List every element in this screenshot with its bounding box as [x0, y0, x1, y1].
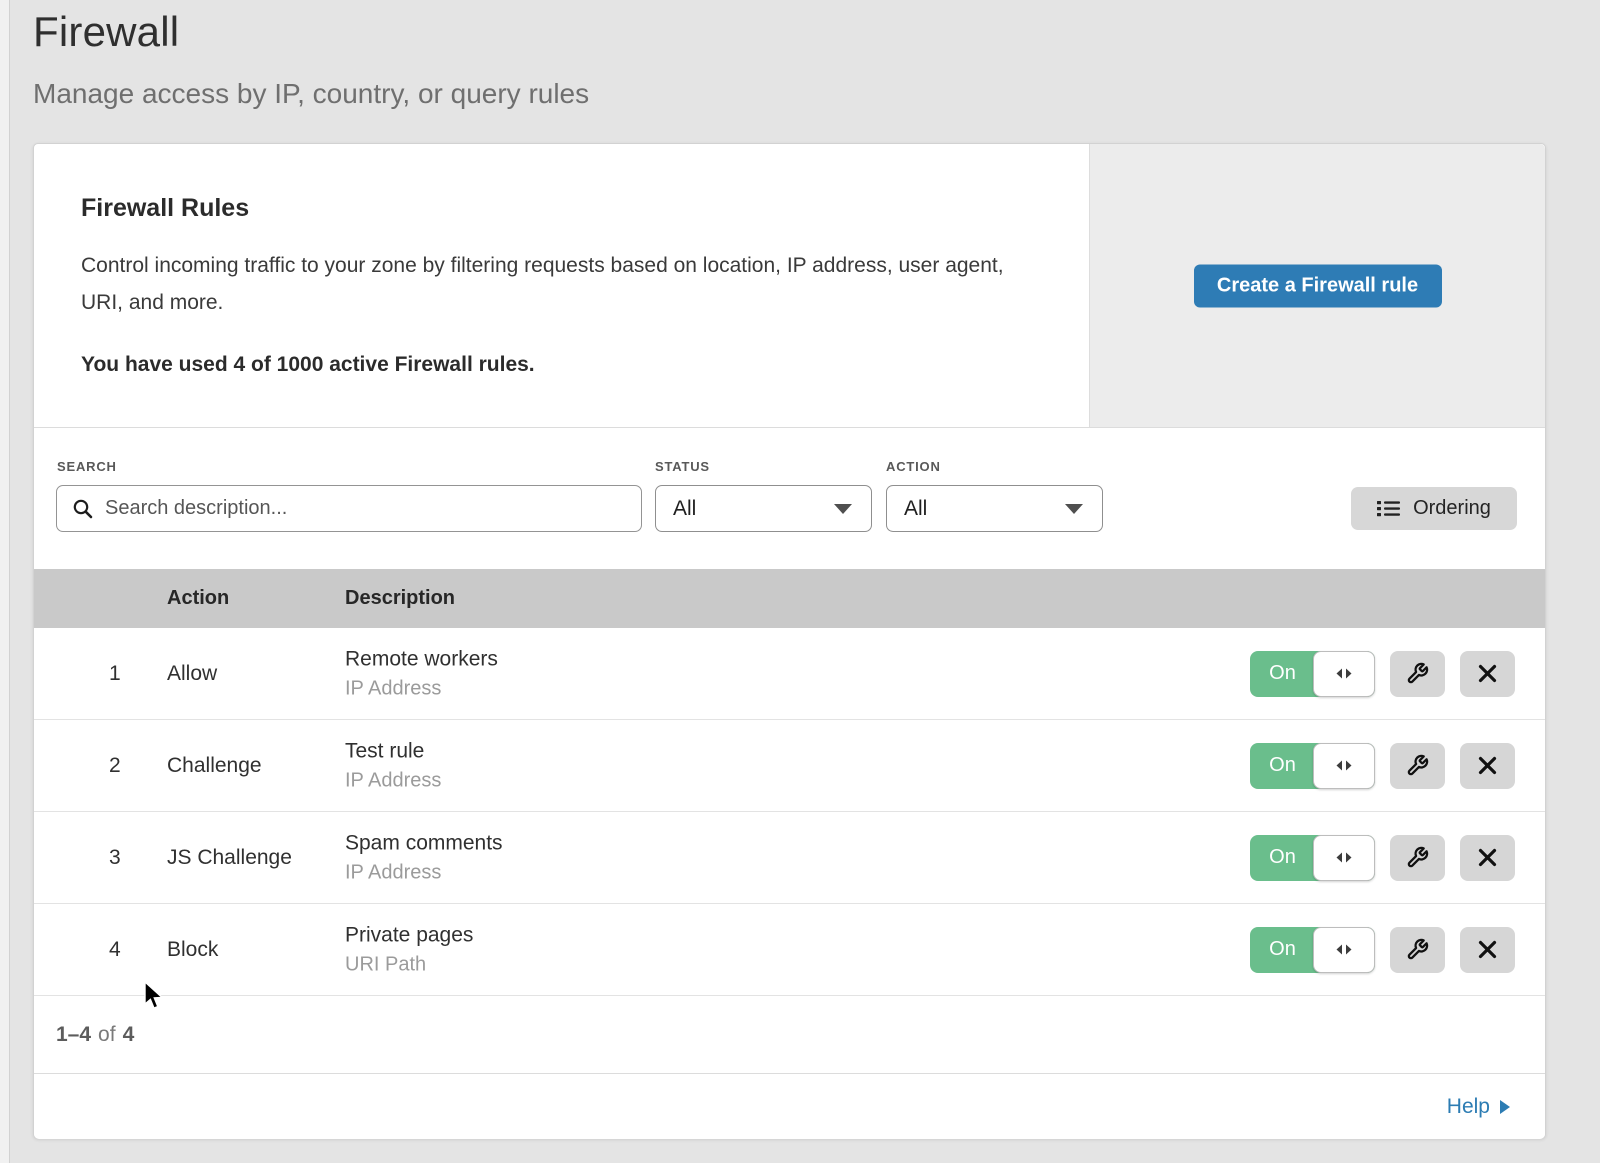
left-right-arrows-icon — [1335, 759, 1353, 772]
edit-rule-button[interactable] — [1390, 651, 1445, 697]
rules-list: 1 Allow Remote workers IP Address On — [34, 628, 1545, 996]
create-rule-panel: Create a Firewall rule — [1089, 144, 1545, 427]
delete-rule-button[interactable] — [1460, 651, 1515, 697]
left-right-arrows-icon — [1335, 851, 1353, 864]
window-edge — [0, 0, 10, 1163]
action-select[interactable]: All — [886, 485, 1103, 532]
toggle-handle[interactable] — [1313, 743, 1375, 789]
table-row: 3 JS Challenge Spam comments IP Address … — [34, 812, 1545, 904]
rule-priority: 3 — [109, 846, 121, 870]
card-description: Control incoming traffic to your zone by… — [81, 247, 1041, 321]
ordering-button[interactable]: Ordering — [1351, 487, 1517, 530]
rule-action: Block — [167, 938, 218, 962]
firewall-rules-card: Firewall Rules Control incoming traffic … — [33, 143, 1546, 1139]
rule-description-cell: Test rule IP Address — [345, 739, 441, 792]
close-icon — [1478, 940, 1497, 959]
pagination: 1–4 of 4 — [34, 996, 1545, 1074]
rule-match-type: IP Address — [345, 769, 441, 792]
toggle-handle[interactable] — [1313, 927, 1375, 973]
left-right-arrows-icon — [1335, 943, 1353, 956]
action-label: ACTION — [886, 459, 941, 474]
rule-action: JS Challenge — [167, 846, 292, 870]
rule-description-cell: Spam comments IP Address — [345, 831, 503, 884]
search-input[interactable] — [105, 497, 641, 520]
pagination-range: 1–4 — [56, 1023, 91, 1047]
pagination-of: of — [98, 1023, 116, 1047]
create-firewall-rule-button[interactable]: Create a Firewall rule — [1194, 264, 1442, 307]
toggle-on-label: On — [1250, 835, 1315, 881]
rule-match-type: IP Address — [345, 861, 503, 884]
status-label: STATUS — [655, 459, 710, 474]
search-icon — [72, 498, 94, 520]
pagination-total: 4 — [123, 1023, 135, 1047]
toggle-on-label: On — [1250, 651, 1315, 697]
close-icon — [1478, 664, 1497, 683]
delete-rule-button[interactable] — [1460, 927, 1515, 973]
column-header-description: Description — [345, 587, 455, 610]
edit-rule-button[interactable] — [1390, 835, 1445, 881]
search-box[interactable] — [56, 485, 642, 532]
rule-enabled-toggle[interactable]: On — [1250, 651, 1375, 697]
help-link[interactable]: Help — [1447, 1095, 1511, 1119]
edit-rule-button[interactable] — [1390, 927, 1445, 973]
ordering-button-label: Ordering — [1413, 497, 1491, 520]
rule-description: Spam comments — [345, 831, 503, 855]
rule-description-cell: Private pages URI Path — [345, 923, 473, 976]
close-icon — [1478, 848, 1497, 867]
table-row: 4 Block Private pages URI Path On — [34, 904, 1545, 996]
rule-action: Allow — [167, 662, 217, 686]
chevron-down-icon — [834, 504, 852, 514]
ordered-list-icon — [1377, 499, 1400, 518]
action-select-value: All — [904, 497, 927, 521]
delete-rule-button[interactable] — [1460, 743, 1515, 789]
rule-controls: On — [1250, 743, 1515, 789]
rule-priority: 2 — [109, 754, 121, 778]
rule-controls: On — [1250, 651, 1515, 697]
rule-priority: 1 — [109, 662, 121, 686]
arrow-right-icon — [1499, 1099, 1511, 1115]
rule-controls: On — [1250, 835, 1515, 881]
rule-description: Private pages — [345, 923, 473, 947]
rule-match-type: IP Address — [345, 677, 498, 700]
page-title: Firewall — [33, 8, 589, 56]
close-icon — [1478, 756, 1497, 775]
rule-controls: On — [1250, 927, 1515, 973]
table-header: Action Description — [34, 569, 1545, 628]
filter-section: SEARCH STATUS All ACTION All Ordering — [34, 427, 1545, 569]
rule-description-cell: Remote workers IP Address — [345, 647, 498, 700]
wrench-icon — [1406, 938, 1429, 961]
search-label: SEARCH — [57, 459, 117, 474]
rule-enabled-toggle[interactable]: On — [1250, 927, 1375, 973]
left-right-arrows-icon — [1335, 667, 1353, 680]
rule-priority: 4 — [109, 938, 121, 962]
rule-enabled-toggle[interactable]: On — [1250, 743, 1375, 789]
wrench-icon — [1406, 754, 1429, 777]
rule-match-type: URI Path — [345, 953, 473, 976]
table-row: 2 Challenge Test rule IP Address On — [34, 720, 1545, 812]
help-link-label: Help — [1447, 1095, 1490, 1119]
delete-rule-button[interactable] — [1460, 835, 1515, 881]
rule-description: Remote workers — [345, 647, 498, 671]
status-select[interactable]: All — [655, 485, 872, 532]
status-select-value: All — [673, 497, 696, 521]
toggle-on-label: On — [1250, 743, 1315, 789]
toggle-on-label: On — [1250, 927, 1315, 973]
card-top-section: Firewall Rules Control incoming traffic … — [34, 144, 1545, 427]
toggle-handle[interactable] — [1313, 835, 1375, 881]
chevron-down-icon — [1065, 504, 1083, 514]
page-subtitle: Manage access by IP, country, or query r… — [33, 78, 589, 110]
edit-rule-button[interactable] — [1390, 743, 1445, 789]
wrench-icon — [1406, 662, 1429, 685]
toggle-handle[interactable] — [1313, 651, 1375, 697]
table-row: 1 Allow Remote workers IP Address On — [34, 628, 1545, 720]
help-row: Help — [34, 1074, 1545, 1139]
column-header-action: Action — [167, 587, 345, 610]
rule-action: Challenge — [167, 754, 262, 778]
rule-enabled-toggle[interactable]: On — [1250, 835, 1375, 881]
rule-description: Test rule — [345, 739, 441, 763]
page-header: Firewall Manage access by IP, country, o… — [33, 8, 589, 110]
wrench-icon — [1406, 846, 1429, 869]
